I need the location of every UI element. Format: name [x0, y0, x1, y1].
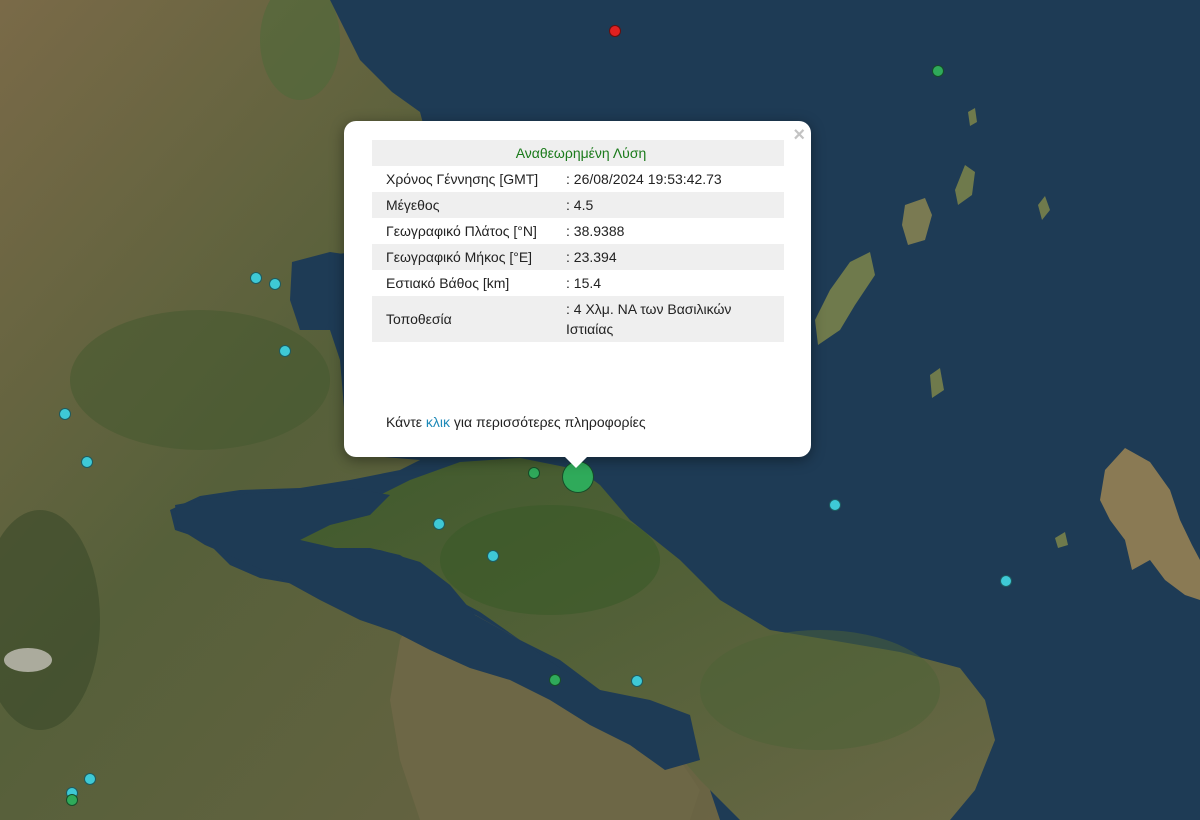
earthquake-marker-green[interactable]: [66, 794, 78, 806]
earthquake-marker-green[interactable]: [528, 467, 540, 479]
latitude-label: Γεωγραφικό Πλάτος [°N]: [386, 223, 537, 239]
forest-patch-a: [70, 310, 330, 450]
longitude-label: Γεωγραφικό Μήκος [°E]: [372, 244, 556, 270]
earthquake-marker-cyan[interactable]: [250, 272, 262, 284]
more-info-suffix: για περισσότερες πληροφορίες: [450, 414, 646, 430]
table-row: Τοποθεσία : 4 Χλμ. ΝΑ των Βασιλικών Ιστι…: [372, 296, 784, 342]
earthquake-marker-cyan[interactable]: [269, 278, 281, 290]
forest-patch-e: [700, 630, 940, 750]
earthquake-info-table: Αναθεωρημένη Λύση Χρόνος Γέννησης [GMT] …: [372, 140, 784, 342]
more-info-line: Κάντε κλικ για περισσότερες πληροφορίες: [386, 414, 646, 430]
table-row: Γεωγραφικό Μήκος [°E] : 23.394: [372, 244, 784, 270]
depth-value: : 15.4: [566, 275, 602, 291]
earthquake-marker-green[interactable]: [932, 65, 944, 77]
location-value: : 4 Χλμ. ΝΑ των Βασιλικών Ιστιαίας: [556, 296, 784, 342]
earthquake-marker-cyan[interactable]: [487, 550, 499, 562]
more-info-link[interactable]: κλικ: [426, 414, 450, 430]
magnitude-value: : 4.5: [556, 192, 784, 218]
earthquake-marker-cyan[interactable]: [1000, 575, 1012, 587]
forest-patch-b: [440, 505, 660, 615]
earthquake-marker-cyan[interactable]: [631, 675, 643, 687]
origin-time-value: : 26/08/2024 19:53:42.73: [566, 171, 722, 187]
earthquake-marker-cyan[interactable]: [84, 773, 96, 785]
earthquake-marker-red[interactable]: [609, 25, 621, 37]
table-row: Μέγεθος : 4.5: [372, 192, 784, 218]
popup-tip: [564, 456, 588, 468]
earthquake-marker-green[interactable]: [549, 674, 561, 686]
earthquake-marker-cyan[interactable]: [59, 408, 71, 420]
table-row: Γεωγραφικό Πλάτος [°N] : 38.9388: [372, 218, 784, 244]
table-row: Εστιακό Βάθος [km] : 15.4: [372, 270, 784, 296]
magnitude-label: Μέγεθος: [372, 192, 556, 218]
earthquake-marker-cyan[interactable]: [81, 456, 93, 468]
earthquake-info-popup: × Αναθεωρημένη Λύση Χρόνος Γέννησης [GMT…: [344, 121, 811, 457]
close-icon[interactable]: ×: [793, 125, 805, 145]
table-row: Χρόνος Γέννησης [GMT] : 26/08/2024 19:53…: [372, 166, 784, 192]
more-info-prefix: Κάντε: [386, 414, 426, 430]
earthquake-marker-cyan[interactable]: [279, 345, 291, 357]
popup-title: Αναθεωρημένη Λύση: [372, 140, 784, 166]
latitude-value: : 38.9388: [566, 223, 625, 239]
longitude-value: : 23.394: [556, 244, 784, 270]
location-label: Τοποθεσία: [372, 296, 556, 342]
origin-time-label: Χρόνος Γέννησης [GMT]: [386, 171, 539, 187]
earthquake-marker-cyan[interactable]: [829, 499, 841, 511]
depth-label: Εστιακό Βάθος [km]: [386, 275, 510, 291]
earthquake-marker-cyan[interactable]: [433, 518, 445, 530]
snow-patch: [4, 648, 52, 672]
